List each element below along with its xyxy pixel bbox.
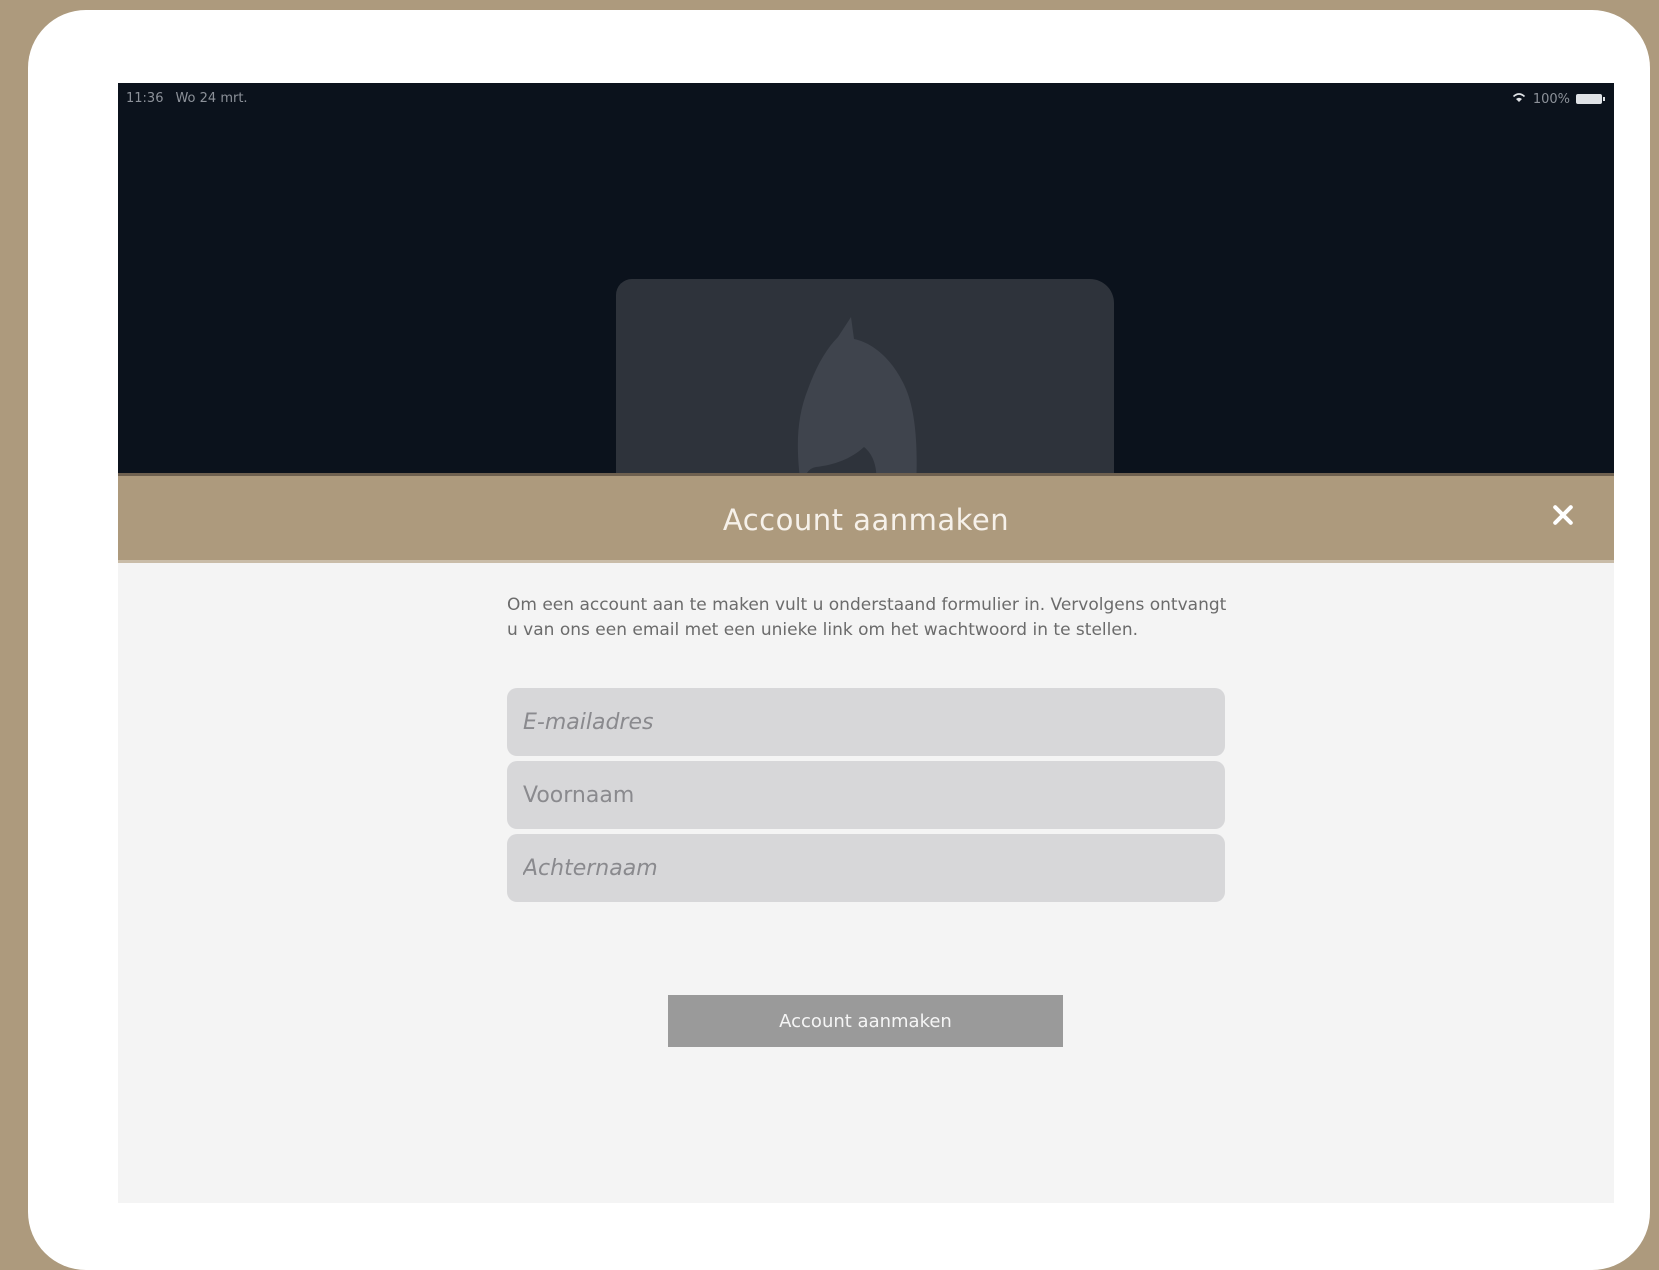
create-account-button[interactable]: Account aanmaken [668, 995, 1063, 1047]
modal-header: Account aanmaken [118, 473, 1614, 563]
intro-text: Om een account aan te maken vult u onder… [507, 595, 1227, 640]
battery-icon [1576, 94, 1605, 104]
firstname-field[interactable] [507, 761, 1225, 829]
status-date: Wo 24 mrt. [175, 91, 248, 106]
close-icon[interactable] [1548, 500, 1578, 530]
modal-title: Account aanmaken [722, 503, 1010, 537]
status-left: 11:36 Wo 24 mrt. [126, 91, 248, 106]
tablet-frame: 11:36 Wo 24 mrt. 100% Account aanmaken O… [28, 10, 1650, 1270]
status-right: 100% [1511, 91, 1605, 107]
logo-card [616, 279, 1114, 489]
lastname-field[interactable] [507, 834, 1225, 902]
hero-background: 11:36 Wo 24 mrt. 100% [118, 83, 1614, 489]
horse-head-logo [797, 317, 917, 487]
email-field[interactable] [507, 688, 1225, 756]
battery-percentage: 100% [1532, 91, 1570, 107]
app-screen: 11:36 Wo 24 mrt. 100% Account aanmaken O… [118, 83, 1614, 1203]
status-bar: 11:36 Wo 24 mrt. 100% [118, 83, 1614, 113]
wifi-icon [1511, 91, 1527, 107]
status-time: 11:36 [126, 91, 164, 106]
